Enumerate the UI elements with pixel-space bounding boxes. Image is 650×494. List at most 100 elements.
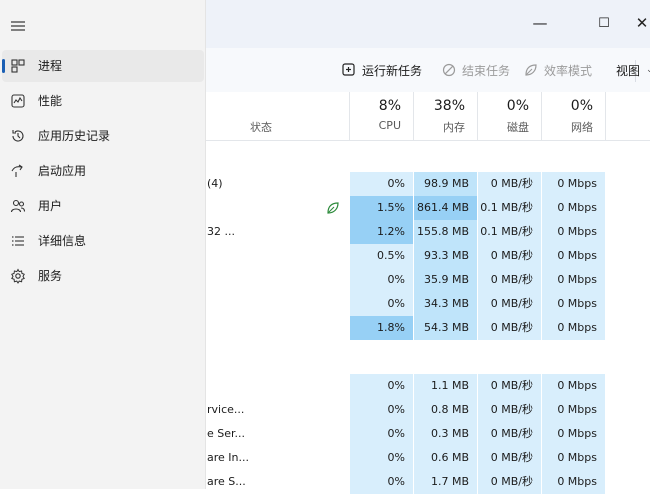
network-cell: 0 Mbps bbox=[542, 244, 605, 268]
view-label: 视图 bbox=[616, 63, 641, 78]
sidebar-item-label: 详细信息 bbox=[38, 234, 87, 248]
cpu-cell: 1.5% bbox=[350, 196, 413, 220]
network-total-percent: 0% bbox=[570, 98, 593, 114]
cpu-cell: 1.8% bbox=[350, 316, 413, 340]
disk-cell: 0 MB/秒 bbox=[478, 470, 541, 494]
cpu-cell: 0% bbox=[350, 422, 413, 446]
minimize-icon: — bbox=[532, 14, 548, 32]
sidebar-item-app-history[interactable]: 应用历史记录 bbox=[2, 120, 204, 152]
memory-total-percent: 38% bbox=[433, 98, 465, 114]
efficiency-leaf-icon bbox=[327, 202, 339, 214]
memory-cell: 35.9 MB bbox=[414, 268, 477, 292]
efficiency-mode-label: 效率模式 bbox=[544, 63, 593, 78]
cpu-cell: 0.5% bbox=[350, 244, 413, 268]
network-cell: 0 Mbps bbox=[542, 316, 605, 340]
efficiency-leaf-icon bbox=[525, 64, 537, 76]
minimize-button[interactable]: — bbox=[525, 10, 555, 36]
disk-cell: 0 MB/秒 bbox=[478, 446, 541, 470]
network-cell: 0 Mbps bbox=[542, 172, 605, 196]
memory-column-header[interactable]: 38% 内存 bbox=[414, 92, 477, 140]
cpu-cell: 0% bbox=[350, 446, 413, 470]
cpu-cell: 1.2% bbox=[350, 220, 413, 244]
network-cell: 0 Mbps bbox=[542, 446, 605, 470]
disk-total-percent: 0% bbox=[506, 98, 529, 114]
disk-column-label: 磁盘 bbox=[507, 121, 529, 134]
startup-apps-icon bbox=[11, 164, 23, 177]
sidebar-item-startup-apps[interactable]: 启动应用 bbox=[2, 155, 204, 187]
memory-cell: 0.3 MB bbox=[414, 422, 477, 446]
disk-cell: 0 MB/秒 bbox=[478, 374, 541, 398]
sidebar-item-details[interactable]: 详细信息 bbox=[2, 225, 204, 257]
network-column-label: 网络 bbox=[571, 121, 593, 134]
network-cell: 0 Mbps bbox=[542, 268, 605, 292]
network-column-header[interactable]: 0% 网络 bbox=[542, 92, 605, 140]
processes-icon bbox=[11, 59, 25, 73]
memory-cell: 861.4 MB bbox=[414, 196, 477, 220]
sidebar-item-label: 应用历史记录 bbox=[38, 129, 111, 143]
cpu-cell: 0% bbox=[350, 374, 413, 398]
sidebar-item-performance[interactable]: 性能 bbox=[2, 85, 204, 117]
disk-cell: 0 MB/秒 bbox=[478, 172, 541, 196]
cpu-column-label: CPU bbox=[378, 119, 401, 132]
command-bar: 运行新任务 结束任务 效率模式 视图 ⌄ bbox=[206, 48, 650, 92]
memory-cell: 34.3 MB bbox=[414, 292, 477, 316]
process-name: e Ser... bbox=[207, 427, 246, 440]
sidebar-item-processes[interactable]: 进程 bbox=[2, 50, 204, 82]
close-button[interactable]: ✕ bbox=[627, 10, 650, 36]
cpu-cell: 0% bbox=[350, 172, 413, 196]
services-icon bbox=[11, 268, 25, 284]
navigation-pane: 进程 性能 应用历史记录 启动应用 用户 详细信息 服务 bbox=[0, 0, 206, 489]
cpu-column-header[interactable]: 8% CPU bbox=[350, 92, 413, 140]
disk-cell: 0.1 MB/秒 bbox=[478, 196, 541, 220]
network-cell: 0 Mbps bbox=[542, 196, 605, 220]
process-name: rvice... bbox=[207, 403, 245, 416]
process-table-header: 状态 8% CPU 38% 内存 0% 磁盘 0% 网络 bbox=[206, 92, 650, 141]
status-column-header[interactable]: 状态 bbox=[250, 119, 272, 135]
chevron-down-icon: ⌄ bbox=[646, 65, 650, 75]
details-icon bbox=[12, 236, 24, 246]
sidebar-item-services[interactable]: 服务 bbox=[2, 260, 204, 292]
memory-cell: 1.1 MB bbox=[414, 374, 477, 398]
process-name: are S... bbox=[207, 475, 246, 488]
network-cell: 0 Mbps bbox=[542, 422, 605, 446]
end-task-button[interactable]: 结束任务 bbox=[442, 48, 510, 92]
disk-column-header[interactable]: 0% 磁盘 bbox=[478, 92, 541, 140]
disk-cell: 0 MB/秒 bbox=[478, 422, 541, 446]
efficiency-mode-button[interactable]: 效率模式 bbox=[524, 48, 592, 92]
disk-cell: 0.1 MB/秒 bbox=[478, 220, 541, 244]
sidebar-item-label: 性能 bbox=[38, 94, 63, 108]
disk-cell: 0 MB/秒 bbox=[478, 244, 541, 268]
process-name: (4) bbox=[207, 177, 223, 190]
memory-cell: 0.6 MB bbox=[414, 446, 477, 470]
maximize-button[interactable]: ☐ bbox=[589, 10, 619, 36]
cpu-cell: 0% bbox=[350, 470, 413, 494]
network-cell: 0 Mbps bbox=[542, 398, 605, 422]
cpu-cell: 0% bbox=[350, 268, 413, 292]
column-divider bbox=[605, 92, 606, 140]
end-task-label: 结束任务 bbox=[462, 63, 511, 78]
sidebar-item-users[interactable]: 用户 bbox=[2, 190, 204, 222]
hamburger-menu-icon[interactable] bbox=[8, 18, 28, 34]
app-history-icon bbox=[12, 130, 24, 142]
memory-cell: 0.8 MB bbox=[414, 398, 477, 422]
disk-cell: 0 MB/秒 bbox=[478, 316, 541, 340]
view-menu-button[interactable]: 视图 ⌄ bbox=[616, 48, 650, 92]
memory-cell: 155.8 MB bbox=[414, 220, 477, 244]
run-new-task-label: 运行新任务 bbox=[362, 63, 423, 78]
memory-cell: 93.3 MB bbox=[414, 244, 477, 268]
process-name: are In... bbox=[207, 451, 249, 464]
disk-cell: 0 MB/秒 bbox=[478, 398, 541, 422]
end-task-icon bbox=[442, 63, 456, 77]
performance-icon bbox=[11, 94, 25, 108]
run-new-task-button[interactable]: 运行新任务 bbox=[342, 48, 422, 92]
memory-column-label: 内存 bbox=[443, 121, 465, 134]
network-cell: 0 Mbps bbox=[542, 292, 605, 316]
network-cell: 0 Mbps bbox=[542, 374, 605, 398]
memory-cell: 1.7 MB bbox=[414, 470, 477, 494]
network-cell: 0 Mbps bbox=[542, 470, 605, 494]
maximize-icon: ☐ bbox=[598, 15, 610, 31]
users-icon bbox=[10, 199, 26, 213]
close-icon: ✕ bbox=[635, 14, 649, 32]
memory-cell: 54.3 MB bbox=[414, 316, 477, 340]
disk-cell: 0 MB/秒 bbox=[478, 292, 541, 316]
